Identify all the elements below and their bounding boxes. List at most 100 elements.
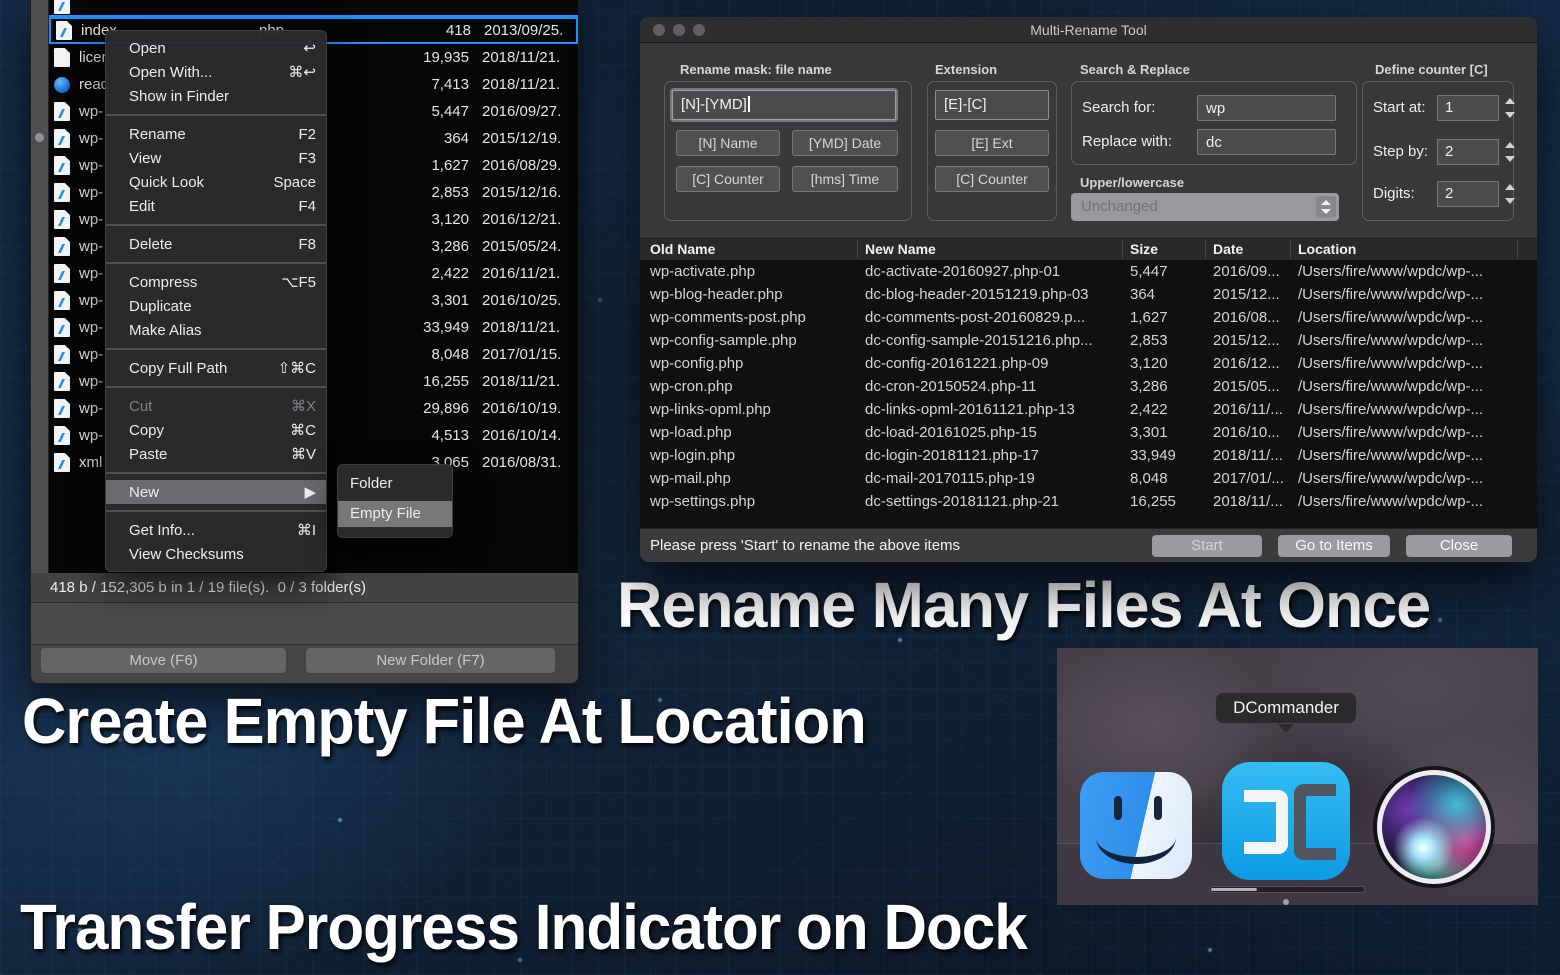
rename-table-row[interactable]: wp-cron.php dc-cron-20150524.php-11 3,28… bbox=[640, 375, 1537, 398]
siri-icon[interactable] bbox=[1377, 770, 1491, 884]
header-new-name[interactable]: New Name bbox=[865, 237, 936, 261]
command-line-area bbox=[31, 603, 578, 645]
mask-date-button[interactable]: [YMD] Date bbox=[792, 130, 898, 156]
file-size: 8,048 bbox=[369, 346, 469, 363]
header-size[interactable]: Size bbox=[1130, 237, 1158, 261]
context-menu-item[interactable]: Paste ⌘V bbox=[106, 442, 326, 466]
menu-item-label: Copy bbox=[129, 422, 164, 439]
context-menu-item[interactable]: Show in Finder bbox=[106, 84, 326, 108]
menu-item-shortcut: ↩ bbox=[303, 39, 316, 57]
menu-item-shortcut: ⌘↩ bbox=[288, 63, 316, 81]
file-size: 3,286 bbox=[369, 238, 469, 255]
rename-table-row[interactable]: wp-mail.php dc-mail-20170115.php-19 8,04… bbox=[640, 467, 1537, 490]
context-menu-item[interactable]: Copy ⌘C bbox=[106, 418, 326, 442]
rename-table-row[interactable]: wp-load.php dc-load-20161025.php-15 3,30… bbox=[640, 421, 1537, 444]
context-menu-item[interactable]: New ▶ bbox=[106, 480, 326, 504]
digits-stepper-icon[interactable] bbox=[1504, 181, 1516, 207]
context-menu-item[interactable]: Edit F4 bbox=[106, 194, 326, 218]
context-menu-item[interactable] bbox=[106, 114, 326, 116]
context-menu-item[interactable]: Duplicate bbox=[106, 294, 326, 318]
new-folder-button[interactable]: New Folder (F7) bbox=[306, 648, 555, 673]
context-menu-item[interactable]: Delete F8 bbox=[106, 232, 326, 256]
context-menu-item[interactable] bbox=[106, 348, 326, 350]
extension-mask-input[interactable]: [E]-[C] bbox=[935, 90, 1049, 120]
context-menu-item[interactable]: Quick Look Space bbox=[106, 170, 326, 194]
rename-table-row[interactable]: wp-login.php dc-login-20181121.php-17 33… bbox=[640, 444, 1537, 467]
rename-table-row[interactable]: wp-config-sample.php dc-config-sample-20… bbox=[640, 329, 1537, 352]
close-button[interactable]: Close bbox=[1406, 535, 1512, 557]
step-by-stepper-icon[interactable] bbox=[1504, 139, 1516, 165]
move-button[interactable]: Move (F6) bbox=[41, 648, 286, 673]
context-menu-item[interactable]: Compress ⌥F5 bbox=[106, 270, 326, 294]
context-menu-item[interactable]: Open ↩ bbox=[106, 36, 326, 60]
extension-ext-button[interactable]: [E] Ext bbox=[935, 130, 1049, 156]
context-menu-item[interactable]: View F3 bbox=[106, 146, 326, 170]
cell-date: 2016/11/... bbox=[1213, 398, 1290, 421]
extension-counter-button[interactable]: [C] Counter bbox=[935, 166, 1049, 192]
caption-create-empty-file: Create Empty File At Location bbox=[22, 684, 866, 758]
pane-splitter[interactable] bbox=[31, 0, 49, 573]
file-row[interactable] bbox=[49, 0, 578, 17]
dropdown-arrows-icon[interactable] bbox=[1316, 196, 1336, 218]
submenu-item[interactable]: Folder bbox=[338, 471, 452, 497]
context-menu-item[interactable] bbox=[106, 472, 326, 474]
finder-eye bbox=[1114, 796, 1122, 820]
rename-mask-input[interactable]: [N]-[YMD] bbox=[672, 90, 896, 120]
rename-table-row[interactable]: wp-settings.php dc-settings-20181121.php… bbox=[640, 490, 1537, 513]
replace-with-input[interactable]: dc bbox=[1197, 129, 1336, 155]
menu-item-shortcut: F8 bbox=[298, 236, 316, 253]
start-at-stepper-icon[interactable] bbox=[1504, 95, 1516, 121]
start-button[interactable]: Start bbox=[1152, 535, 1262, 557]
minimize-traffic-light[interactable] bbox=[673, 24, 685, 36]
submenu-item[interactable]: Empty File bbox=[338, 501, 452, 527]
menu-item-label: Compress bbox=[129, 274, 197, 291]
rename-table-row[interactable]: wp-config.php dc-config-20161221.php-09 … bbox=[640, 352, 1537, 375]
context-menu-item[interactable]: Copy Full Path ⇧⌘C bbox=[106, 356, 326, 380]
dcommander-icon[interactable] bbox=[1222, 762, 1350, 880]
go-to-items-button[interactable]: Go to Items bbox=[1278, 535, 1390, 557]
dialog-titlebar[interactable]: Multi-Rename Tool bbox=[640, 17, 1537, 43]
context-menu-item[interactable]: Rename F2 bbox=[106, 122, 326, 146]
mask-time-button[interactable]: [hms] Time bbox=[792, 166, 898, 192]
cell-date: 2015/12... bbox=[1213, 329, 1290, 352]
context-menu-item[interactable]: Make Alias bbox=[106, 318, 326, 342]
rename-table-row[interactable]: wp-activate.php dc-activate-20160927.php… bbox=[640, 260, 1537, 283]
step-by-input[interactable]: 2 bbox=[1437, 139, 1499, 165]
finder-icon[interactable] bbox=[1080, 772, 1192, 879]
context-menu-item[interactable] bbox=[106, 386, 326, 388]
zoom-traffic-light[interactable] bbox=[693, 24, 705, 36]
search-for-input[interactable]: wp bbox=[1197, 95, 1336, 121]
rename-table-row[interactable]: wp-blog-header.php dc-blog-header-201512… bbox=[640, 283, 1537, 306]
mask-counter-button[interactable]: [C] Counter bbox=[676, 166, 780, 192]
context-menu-item[interactable] bbox=[106, 224, 326, 226]
context-menu-item[interactable]: View Checksums bbox=[106, 542, 326, 566]
cell-new-name: dc-blog-header-20151219.php-03 bbox=[865, 283, 1120, 306]
digits-input[interactable]: 2 bbox=[1437, 181, 1499, 207]
case-dropdown[interactable]: Unchanged bbox=[1071, 193, 1339, 221]
context-menu-item[interactable]: Get Info... ⌘I bbox=[106, 518, 326, 542]
context-menu-item[interactable] bbox=[106, 510, 326, 512]
menu-item-label: View bbox=[129, 150, 161, 167]
mask-name-button[interactable]: [N] Name bbox=[676, 130, 780, 156]
header-location[interactable]: Location bbox=[1298, 237, 1356, 261]
header-old-name[interactable]: Old Name bbox=[650, 237, 715, 261]
splitter-grip[interactable] bbox=[35, 133, 44, 142]
cell-size: 3,120 bbox=[1130, 352, 1205, 375]
finder-eye bbox=[1154, 796, 1162, 820]
close-traffic-light[interactable] bbox=[653, 24, 665, 36]
file-date: 2013/09/25. bbox=[484, 22, 576, 39]
cell-location: /Users/fire/www/wpdc/wp-... bbox=[1298, 375, 1530, 398]
cell-location: /Users/fire/www/wpdc/wp-... bbox=[1298, 283, 1530, 306]
context-menu-item[interactable]: Cut ⌘X bbox=[106, 394, 326, 418]
header-date[interactable]: Date bbox=[1213, 237, 1243, 261]
context-menu-item[interactable] bbox=[106, 262, 326, 264]
rename-table-row[interactable]: wp-comments-post.php dc-comments-post-20… bbox=[640, 306, 1537, 329]
file-date: 2016/09/27. bbox=[482, 103, 578, 120]
rename-table-row[interactable]: wp-links-opml.php dc-links-opml-20161121… bbox=[640, 398, 1537, 421]
rename-table-body[interactable]: wp-activate.php dc-activate-20160927.php… bbox=[640, 260, 1537, 528]
menu-item-shortcut: ⌘I bbox=[297, 521, 316, 539]
menu-item-shortcut: ⌘V bbox=[291, 445, 316, 463]
dcommander-logo-right-bracket bbox=[1294, 784, 1336, 860]
start-at-input[interactable]: 1 bbox=[1437, 95, 1499, 121]
context-menu-item[interactable]: Open With... ⌘↩ bbox=[106, 60, 326, 84]
